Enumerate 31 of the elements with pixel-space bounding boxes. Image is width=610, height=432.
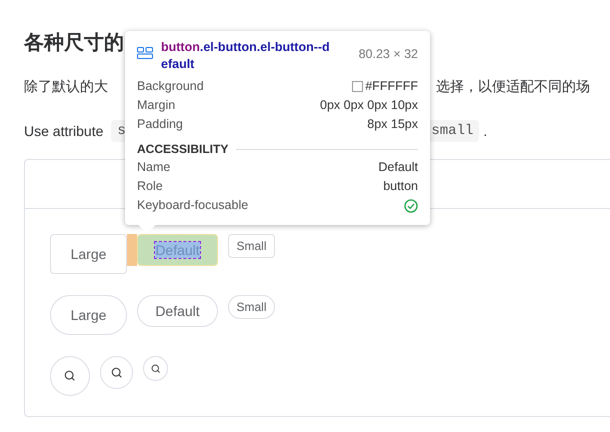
property-value: #FFFFFF [365, 78, 418, 95]
element-selector: button.el-button.el-button--default [161, 39, 331, 73]
property-value: button [383, 178, 418, 195]
property-value: 0px 0px 0px 10px [320, 97, 418, 114]
size-button[interactable]: Large [50, 295, 127, 335]
element-dimensions: 80.23 × 32 [358, 47, 418, 61]
usage-text: . [483, 123, 488, 139]
margin-highlight [127, 234, 137, 266]
intro-text: 选择，以便适配不同的场 [436, 78, 590, 96]
section-title: ACCESSIBILITY [137, 142, 228, 156]
property-name: Background [137, 78, 204, 95]
property-name: Role [137, 178, 163, 195]
usage-text: Use attribute [24, 123, 104, 139]
search-icon [64, 370, 76, 382]
property-name: Margin [137, 97, 176, 114]
property-name: Name [137, 159, 170, 176]
intro-text: 除了默认的大 [24, 78, 108, 96]
property-value: 8px 15px [367, 116, 418, 133]
search-icon [150, 364, 160, 374]
search-icon [110, 366, 122, 378]
search-button[interactable] [143, 356, 168, 381]
layout-icon [137, 47, 153, 59]
search-button[interactable] [100, 356, 133, 389]
size-button[interactable]: Large [50, 234, 127, 274]
size-button[interactable]: Default [137, 295, 218, 327]
property-value: Default [378, 159, 418, 176]
property-name: Keyboard-focusable [137, 197, 248, 214]
size-button[interactable]: Small [228, 234, 275, 258]
size-button[interactable]: Small [228, 295, 275, 319]
property-name: Padding [137, 116, 183, 133]
page-heading: 各种尺寸的 [24, 29, 124, 56]
